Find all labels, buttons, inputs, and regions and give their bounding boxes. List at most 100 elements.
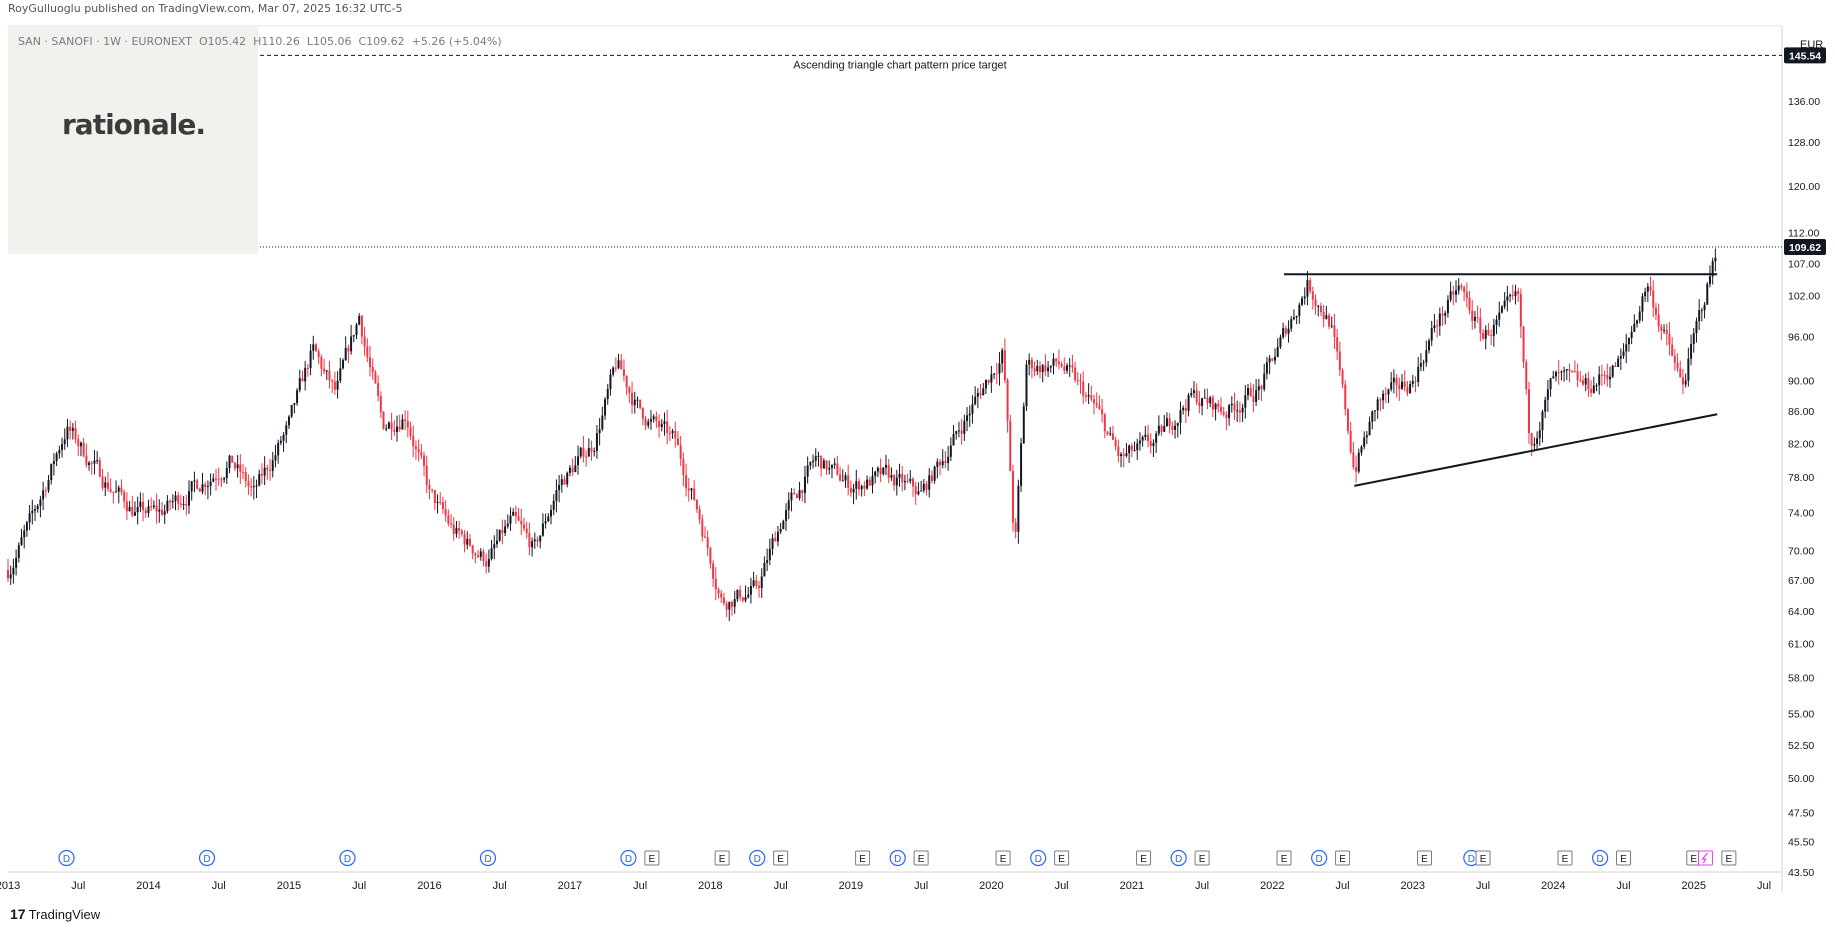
dividend-marker-label: D xyxy=(1175,854,1182,865)
candle-body xyxy=(533,539,536,542)
candle-body xyxy=(998,363,1001,374)
candle-body xyxy=(1530,433,1533,446)
candle-body xyxy=(25,522,28,531)
candle-body xyxy=(898,474,901,478)
candle-body xyxy=(266,467,269,470)
candle-body xyxy=(1557,372,1560,374)
candle-body xyxy=(1379,399,1382,401)
candle-body xyxy=(909,478,912,482)
candle-body xyxy=(452,524,455,534)
candle-body xyxy=(287,416,290,426)
candle-body xyxy=(344,347,347,361)
candle-body xyxy=(171,500,174,503)
candle-body xyxy=(617,360,620,368)
candle-body xyxy=(1527,389,1530,434)
candle-body xyxy=(882,467,885,475)
candle-body xyxy=(1679,368,1682,378)
candle-body xyxy=(614,367,617,369)
candle-body xyxy=(806,465,809,477)
candle-body xyxy=(1103,414,1106,432)
candle-body xyxy=(360,315,363,337)
candle-body xyxy=(1314,299,1317,307)
candle-body xyxy=(1101,409,1104,415)
candle-body xyxy=(1290,319,1293,329)
candle-body xyxy=(857,481,860,490)
candle-body xyxy=(352,335,355,337)
candle-body xyxy=(1576,371,1579,381)
candle-body xyxy=(1363,437,1366,447)
candle-body xyxy=(817,455,820,457)
candle-body xyxy=(1414,381,1417,383)
candle-body xyxy=(341,360,344,369)
candle-body xyxy=(1573,371,1576,373)
candle-body xyxy=(233,462,236,469)
candle-body xyxy=(47,480,50,491)
candle-body xyxy=(1090,395,1093,400)
candle-body xyxy=(490,548,493,560)
candle-body xyxy=(668,433,671,435)
candle-body xyxy=(328,370,331,381)
x-tick-label: 2020 xyxy=(979,880,1003,892)
candle-body xyxy=(215,478,218,480)
candle-body xyxy=(1417,366,1420,383)
candle-body xyxy=(1230,403,1233,406)
candle-body xyxy=(98,460,101,477)
candle-body xyxy=(1330,325,1333,327)
candle-body xyxy=(1109,433,1112,435)
candle-body xyxy=(406,420,409,428)
candle-body xyxy=(568,467,571,473)
candle-body xyxy=(1066,365,1069,371)
candle-body xyxy=(968,413,971,416)
candle-body xyxy=(431,489,434,491)
candle-body xyxy=(1395,377,1398,386)
x-tick-label: Jul xyxy=(1055,880,1069,892)
candle-body xyxy=(450,523,453,525)
x-tick-label: Jul xyxy=(71,880,85,892)
candle-body xyxy=(231,455,234,463)
candle-body xyxy=(860,485,863,490)
candle-body xyxy=(771,538,774,549)
candle-body xyxy=(693,488,696,500)
candle-body xyxy=(74,427,77,440)
candle-body xyxy=(628,387,631,393)
candle-body xyxy=(1627,337,1630,345)
candle-body xyxy=(144,510,147,514)
candle-body xyxy=(979,392,982,396)
candle-body xyxy=(1217,403,1220,407)
candle-body xyxy=(1611,365,1614,377)
candle-body xyxy=(115,491,118,493)
tradingview-footer[interactable]: 17 TradingView xyxy=(10,906,100,922)
candle-body xyxy=(390,422,393,430)
candle-body xyxy=(1082,381,1085,396)
price-chart[interactable]: EUR43.5045.5047.5050.0052.5055.0058.0061… xyxy=(0,0,1835,931)
candle-body xyxy=(1263,373,1266,390)
candle-body xyxy=(779,529,782,532)
candle-body xyxy=(555,490,558,501)
candle-body xyxy=(306,368,309,370)
candle-body xyxy=(1522,326,1525,363)
rationale-logo: rationale. xyxy=(62,108,206,141)
candle-body xyxy=(93,460,96,464)
candle-body xyxy=(147,506,150,514)
candle-body xyxy=(1138,440,1141,444)
candle-body xyxy=(887,464,890,478)
candle-body xyxy=(595,433,598,451)
candle-body xyxy=(1484,329,1487,339)
candle-body xyxy=(1201,398,1204,407)
candle-body xyxy=(212,478,215,482)
candle-body xyxy=(744,597,747,601)
candle-body xyxy=(895,477,898,486)
candle-body xyxy=(525,528,528,534)
candle-body xyxy=(61,444,64,451)
candle-body xyxy=(1357,452,1360,472)
candle-body xyxy=(282,434,285,441)
candle-body xyxy=(671,431,674,434)
split-marker[interactable] xyxy=(1697,850,1713,866)
x-tick-label: 2013 xyxy=(0,880,20,892)
tradingview-brand: TradingView xyxy=(28,907,101,922)
candle-body xyxy=(396,426,399,432)
candle-body xyxy=(220,479,223,481)
candle-body xyxy=(1303,296,1306,299)
candle-body xyxy=(477,555,480,557)
candle-body xyxy=(749,586,752,595)
